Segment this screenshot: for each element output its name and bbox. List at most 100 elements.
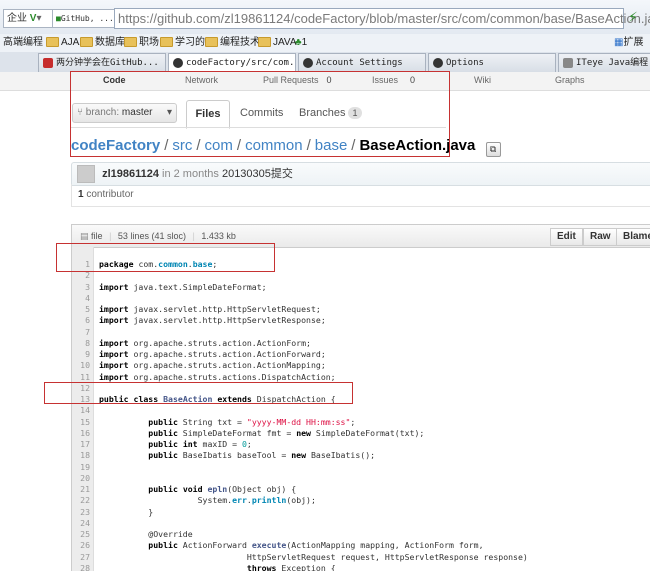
code-text: public void epln(Object obj) {	[148, 484, 297, 494]
browser-tab[interactable]: Options	[428, 53, 556, 72]
line-number[interactable]: 6	[72, 315, 90, 326]
bookmarks-bar: 高端编程 AJAX 数据库 职场 学习的 编程技术 JAVA ♣1 ▦扩展	[0, 34, 650, 53]
browser-tab-strip: 两分钟学会在GitHub... codeFactory/src/com... A…	[0, 52, 650, 73]
bookmark-folder[interactable]: 职场	[124, 34, 159, 52]
code-line: 19	[72, 462, 650, 473]
repo-nav-wiki[interactable]: Wiki	[474, 72, 491, 88]
bookmark-folder[interactable]: 学习的	[160, 34, 205, 52]
code-text: public int maxID = 0;	[148, 439, 252, 449]
code-text: HttpServletRequest request, HttpServletR…	[99, 551, 528, 562]
line-number[interactable]: 23	[72, 507, 90, 518]
line-number[interactable]: 1	[72, 259, 90, 270]
code-text: @Override	[99, 529, 193, 539]
breadcrumb-part[interactable]: base	[315, 137, 348, 154]
line-number[interactable]: 2	[72, 270, 90, 281]
code-line: 15 public String txt = "yyyy-MM-dd HH:mm…	[72, 417, 650, 428]
browser-mode-dropdown[interactable]: 企业 V▾	[3, 9, 53, 28]
browser-tab-active[interactable]: codeFactory/src/com...	[168, 53, 296, 72]
commit-author[interactable]: zl19861124	[102, 168, 159, 180]
browser-tab[interactable]: Account Settings	[298, 53, 426, 72]
browser-tab[interactable]: ITeye Java编程 Spr	[558, 53, 650, 72]
raw-button[interactable]: Raw	[583, 228, 618, 246]
bookmark-folder[interactable]: 数据库	[80, 34, 125, 52]
tab-branches[interactable]: Branches 1	[299, 100, 362, 126]
file-size: 1.433 kb	[201, 231, 236, 241]
line-number[interactable]: 3	[72, 282, 90, 293]
line-number[interactable]: 17	[72, 439, 90, 450]
code-line: 23 }	[72, 507, 650, 518]
line-number[interactable]: 27	[72, 552, 90, 563]
bookmark-item[interactable]: 高端编程	[3, 34, 43, 52]
line-number[interactable]: 19	[72, 462, 90, 473]
code-line: 4	[72, 293, 650, 304]
extensions-button[interactable]: ▦扩展	[614, 34, 643, 52]
code-line: 18 public BaseIbatis baseTool = new Base…	[72, 450, 650, 461]
line-number[interactable]: 14	[72, 405, 90, 416]
avatar[interactable]	[77, 165, 95, 184]
commit-message[interactable]: 20130305提交	[222, 168, 293, 180]
blame-button[interactable]: Blame	[616, 228, 650, 246]
line-number[interactable]: 24	[72, 518, 90, 529]
breadcrumb-part[interactable]: src	[172, 137, 192, 154]
repo-nav: Code Network Pull Requests 0 Issues 0 Wiki…	[0, 72, 650, 91]
code-line: 21 public void epln(Object obj) {	[72, 484, 650, 495]
line-number[interactable]: 15	[72, 417, 90, 428]
repo-nav-code[interactable]: Code	[103, 72, 126, 88]
line-number[interactable]: 28	[72, 563, 90, 571]
code-line: 26 public ActionForward execute(ActionMa…	[72, 540, 650, 551]
url-input[interactable]: https://github.com/zl19861124/codeFactor…	[114, 8, 650, 29]
code-text: import org.apache.struts.actions.Dispatc…	[99, 371, 336, 382]
line-number[interactable]: 20	[72, 473, 90, 484]
line-number[interactable]: 22	[72, 495, 90, 506]
repo-nav-issues[interactable]: Issues 0	[372, 72, 415, 88]
bookmark-folder[interactable]: 编程技术	[205, 34, 260, 52]
line-number[interactable]: 18	[72, 450, 90, 461]
copy-path-icon[interactable]: ⧉	[485, 142, 501, 157]
bookmark-folder[interactable]: JAVA	[258, 34, 297, 52]
go-icon[interactable]: ⚡	[628, 9, 638, 26]
branch-icon: ⑂	[77, 107, 83, 118]
line-number[interactable]: 16	[72, 428, 90, 439]
contributors-label[interactable]: contributor	[86, 189, 133, 200]
tab-commits[interactable]: Commits	[240, 100, 283, 126]
line-number[interactable]: 10	[72, 360, 90, 371]
line-number[interactable]: 26	[72, 540, 90, 551]
github-icon	[173, 57, 183, 68]
code-text: import org.apache.struts.action.ActionMa…	[99, 360, 326, 371]
bookmark-item[interactable]: ♣1	[295, 34, 307, 52]
breadcrumb-part[interactable]: com	[205, 137, 233, 154]
repo-nav-graphs[interactable]: Graphs	[555, 72, 585, 88]
file-type-label: file	[91, 231, 103, 241]
breadcrumb-root[interactable]: codeFactory	[71, 137, 160, 154]
edit-button[interactable]: Edit	[550, 228, 583, 246]
line-number[interactable]: 12	[72, 383, 90, 394]
line-number[interactable]: 9	[72, 349, 90, 360]
chevron-down-icon: ▾	[166, 107, 172, 118]
line-number[interactable]: 5	[72, 304, 90, 315]
branch-selector[interactable]: ⑂ branch: master ▾	[72, 103, 177, 123]
line-number[interactable]: 13	[72, 394, 90, 405]
line-number[interactable]: 25	[72, 529, 90, 540]
tab-files[interactable]: Files	[186, 100, 230, 129]
line-number[interactable]: 11	[72, 372, 90, 383]
code-view: 1 package com.common.base; 2 3 import java.t…	[71, 247, 650, 571]
breadcrumb-part[interactable]: common	[245, 137, 303, 154]
folder-icon	[160, 37, 173, 48]
folder-icon	[205, 37, 218, 48]
line-number[interactable]: 21	[72, 484, 90, 495]
pull-requests-count: 0	[326, 75, 332, 85]
branches-count: 1	[348, 107, 362, 119]
code-line: 9 import org.apache.struts.action.ActionF…	[72, 349, 650, 360]
code-line: 11 import org.apache.struts.actions.Dispa…	[72, 372, 650, 383]
github-icon	[303, 57, 313, 68]
site-combo[interactable]: ■GitHub, ...	[52, 9, 116, 28]
browser-tab[interactable]: 两分钟学会在GitHub...	[38, 53, 166, 72]
line-number[interactable]: 4	[72, 293, 90, 304]
repo-nav-network[interactable]: Network	[185, 72, 218, 88]
code-line: 10 import org.apache.struts.action.Action…	[72, 360, 650, 371]
repo-nav-pull-requests[interactable]: Pull Requests 0	[263, 72, 332, 88]
line-number[interactable]: 8	[72, 338, 90, 349]
line-number[interactable]: 7	[72, 327, 90, 338]
folder-icon	[124, 37, 137, 48]
code-line: 8 import org.apache.struts.action.ActionF…	[72, 338, 650, 349]
